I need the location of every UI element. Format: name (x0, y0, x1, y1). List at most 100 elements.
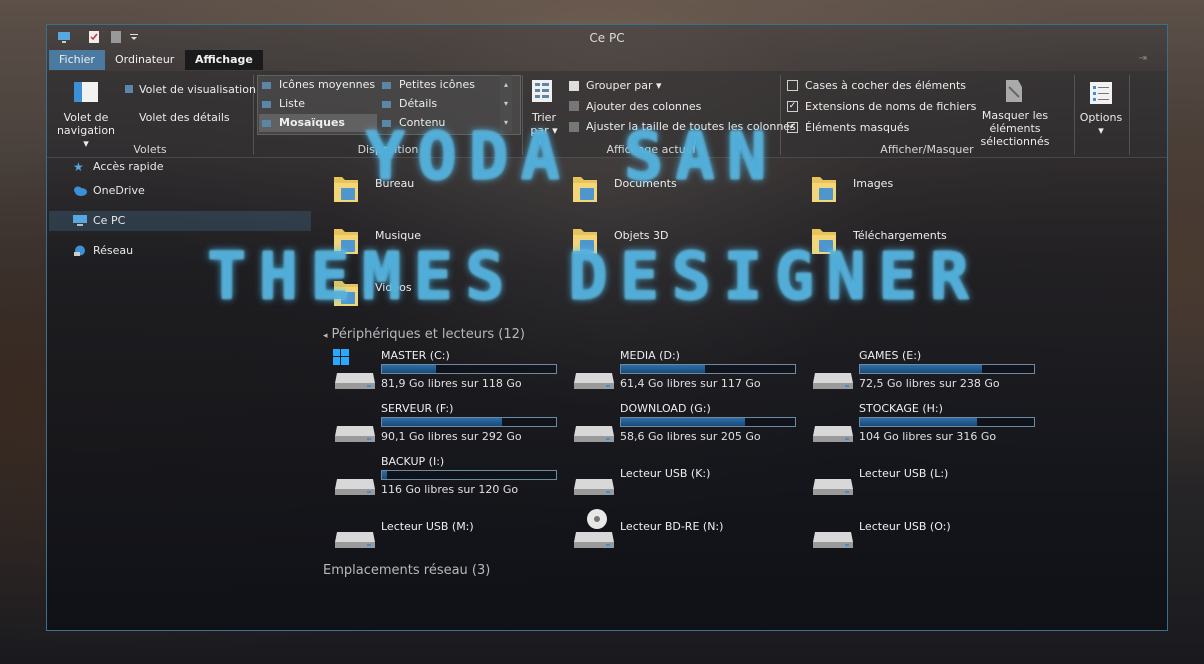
folder-name: Bureau (375, 177, 415, 190)
drive-name: MASTER (C:) (381, 349, 450, 362)
drive-tile[interactable]: Lecteur USB (O:) (811, 508, 1041, 558)
drive-tile[interactable]: Lecteur USB (L:) (811, 455, 1041, 505)
devices-section-header[interactable]: ◂ Périphériques et lecteurs (12) (323, 327, 525, 342)
folder-tile[interactable]: Téléchargements (811, 219, 1041, 263)
expand-ribbon-icon[interactable]: ⇥ (1139, 53, 1147, 64)
folder-tile[interactable]: Musique (333, 219, 563, 263)
drive-usage-fill (621, 418, 745, 426)
cloud-icon (74, 186, 87, 196)
drive-name: SERVEUR (F:) (381, 402, 454, 415)
tab-ordinateur[interactable]: Ordinateur (105, 50, 184, 70)
drive-usage-fill (382, 365, 436, 373)
add-columns-icon (569, 101, 579, 111)
pictures-folder-icon (812, 177, 836, 202)
drive-tile[interactable]: Lecteur BD-RE (N:) (572, 508, 802, 558)
tab-fichier[interactable]: Fichier (49, 50, 105, 70)
folder-tile[interactable]: Bureau (333, 167, 563, 211)
ribbon-divider (253, 75, 254, 155)
drive-icon (574, 479, 614, 495)
sort-by-icon[interactable] (531, 79, 553, 103)
tab-affichage[interactable]: Affichage (185, 50, 263, 70)
folder-tile[interactable]: Vidéos (333, 271, 563, 315)
drive-free-space: 58,6 Go libres sur 205 Go (620, 430, 761, 443)
drive-tile[interactable]: DOWNLOAD (G:) 58,6 Go libres sur 205 Go (572, 402, 802, 452)
layout-content[interactable]: Contenu (382, 116, 445, 129)
drive-icon (813, 532, 853, 548)
drive-usage-bar (620, 364, 796, 374)
videos-folder-icon (334, 281, 358, 306)
drive-icon (813, 426, 853, 442)
computer-icon (73, 215, 87, 226)
folder-name: Vidéos (375, 281, 412, 294)
nav-item-onedrive[interactable]: OneDrive (49, 181, 311, 201)
folder-name: Objets 3D (614, 229, 669, 242)
nav-item-this-pc[interactable]: Ce PC (49, 211, 311, 231)
desktop-folder-icon (334, 177, 358, 202)
folder-tile[interactable]: Objets 3D (572, 219, 802, 263)
add-columns-button[interactable]: Ajouter des colonnes (586, 100, 701, 113)
layout-medium-icons[interactable]: Icônes moyennes (262, 78, 375, 91)
group-by-button[interactable]: Grouper par ▾ (586, 79, 662, 92)
folder-tile[interactable]: Documents (572, 167, 802, 211)
drive-name: DOWNLOAD (G:) (620, 402, 711, 415)
layout-scroll[interactable]: ▴ ▾ ▾ (500, 75, 512, 133)
drive-icon (813, 373, 853, 389)
drive-tile[interactable]: BACKUP (I:) 116 Go libres sur 120 Go (333, 455, 563, 505)
drive-usage-bar (620, 417, 796, 427)
title-bar: Ce PC (47, 25, 1167, 50)
drive-free-space: 72,5 Go libres sur 238 Go (859, 377, 1000, 390)
file-extensions-toggle[interactable]: ✓ Extensions de noms de fichiers (787, 100, 976, 113)
folder-tile[interactable]: Images (811, 167, 1041, 211)
options-icon[interactable] (1089, 81, 1113, 105)
drive-tile[interactable]: Lecteur USB (K:) (572, 455, 802, 505)
group-by-icon (569, 81, 579, 91)
drive-tile[interactable]: Lecteur USB (M:) (333, 508, 563, 558)
explorer-window: Ce PC Fichier Ordinateur Affichage ⇥ Vol… (46, 24, 1168, 631)
drive-usage-fill (860, 365, 982, 373)
preview-pane-icon (125, 85, 133, 93)
3d-objects-folder-icon (573, 229, 597, 254)
preview-pane-button[interactable]: Volet de visualisation (139, 83, 256, 96)
nav-item-network[interactable]: Réseau (49, 241, 311, 261)
folder-name: Téléchargements (853, 229, 947, 242)
drive-icon (335, 479, 375, 495)
layout-details[interactable]: Détails (382, 97, 437, 110)
drive-tile[interactable]: STOCKAGE (H:) 104 Go libres sur 316 Go (811, 402, 1041, 452)
drive-tile[interactable]: MEDIA (D:) 61,4 Go libres sur 117 Go (572, 349, 802, 399)
layout-small-icons[interactable]: Petites icônes (382, 78, 475, 91)
group-volets: Volets (133, 143, 167, 156)
drive-icon (813, 479, 853, 495)
options-button[interactable]: Options ▾ (1077, 111, 1125, 137)
item-checkboxes-toggle[interactable]: Cases à cocher des éléments (787, 79, 966, 92)
drive-icon (335, 532, 375, 548)
details-pane-button[interactable]: Volet des détails (139, 111, 230, 124)
drive-name: Lecteur USB (O:) (859, 520, 951, 533)
fit-columns-button[interactable]: Ajuster la taille de toutes les colonnes (586, 120, 796, 133)
navigation-pane: ★ Accès rapide OneDrive Ce PC Réseau (47, 157, 313, 627)
drive-usage-bar (859, 364, 1035, 374)
sort-by-button[interactable]: Trier par ▾ (529, 111, 559, 137)
ribbon: Volet de navigation ▾ Volet de visualisa… (47, 71, 1167, 158)
drive-free-space: 116 Go libres sur 120 Go (381, 483, 519, 496)
drive-tile[interactable]: GAMES (E:) 72,5 Go libres sur 238 Go (811, 349, 1041, 399)
layout-list[interactable]: Liste (262, 97, 305, 110)
drive-free-space: 61,4 Go libres sur 117 Go (620, 377, 761, 390)
drive-name: Lecteur BD-RE (N:) (620, 520, 724, 533)
drive-tile[interactable]: MASTER (C:) 81,9 Go libres sur 118 Go (333, 349, 563, 399)
music-folder-icon (334, 229, 358, 254)
drive-usage-fill (382, 418, 503, 426)
drive-usage-bar (859, 417, 1035, 427)
drive-usage-fill (382, 471, 388, 479)
group-disposition: Disposition (357, 143, 419, 156)
navigation-pane-icon[interactable] (73, 81, 99, 103)
layout-tiles[interactable]: Mosaïques (259, 114, 377, 132)
drive-free-space: 81,9 Go libres sur 118 Go (381, 377, 522, 390)
drive-tile[interactable]: SERVEUR (F:) 90,1 Go libres sur 292 Go (333, 402, 563, 452)
drive-icon (335, 373, 375, 389)
network-section-header[interactable]: Emplacements réseau (3) (323, 563, 490, 578)
hidden-items-toggle[interactable]: ✓ Éléments masqués (787, 121, 909, 134)
nav-item-quick-access[interactable]: ★ Accès rapide (49, 157, 311, 177)
folder-name: Documents (614, 177, 677, 190)
drive-usage-fill (621, 365, 705, 373)
hide-selected-icon[interactable] (1003, 79, 1025, 103)
